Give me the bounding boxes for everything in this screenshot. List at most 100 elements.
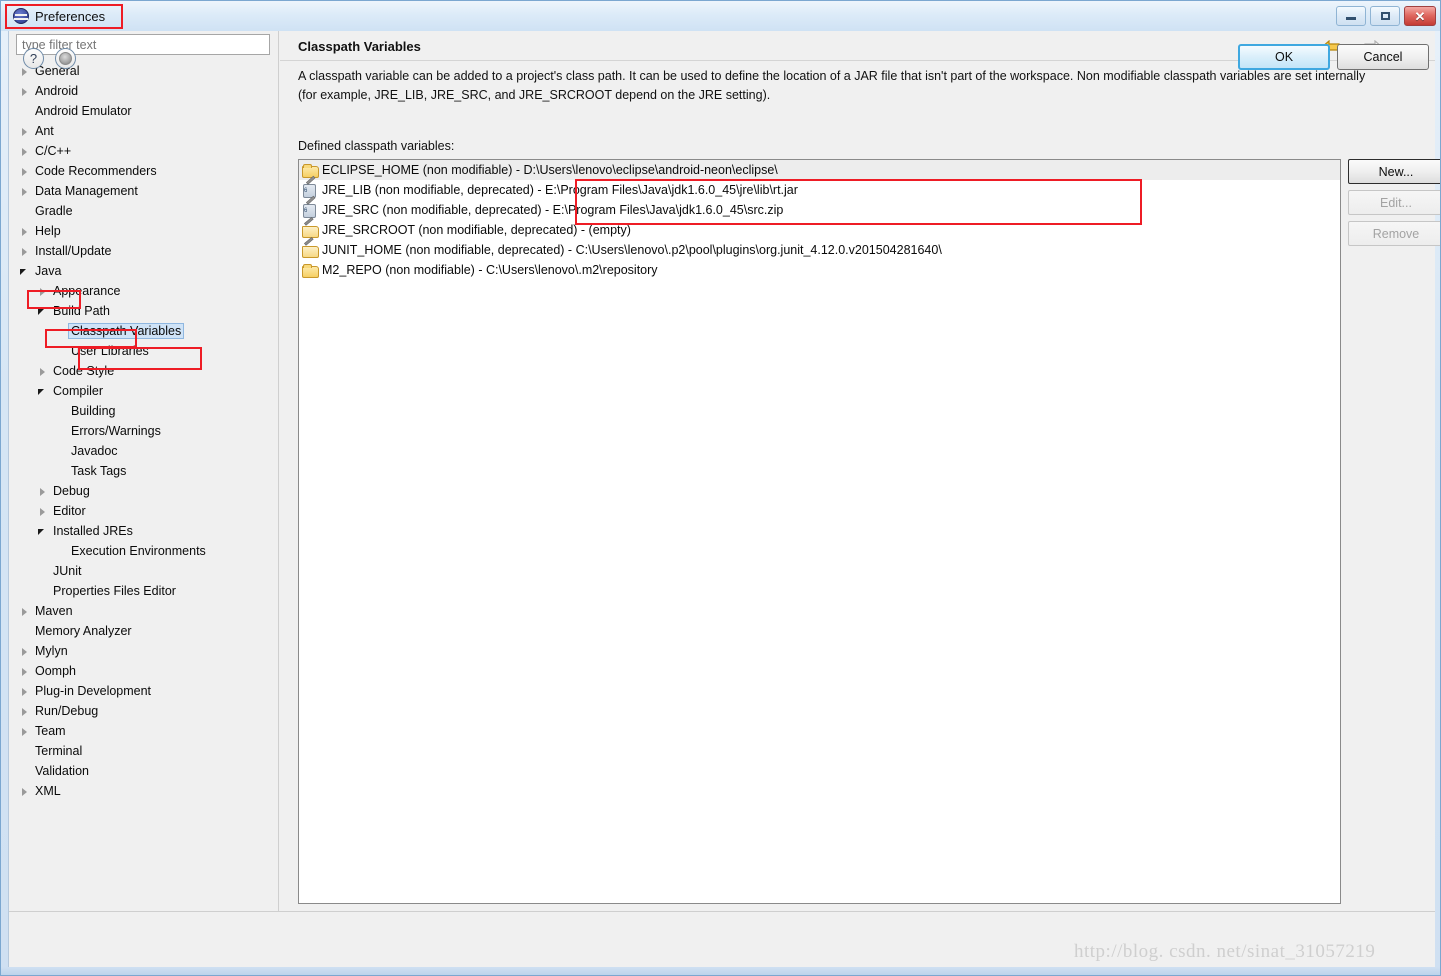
sidebar-item-properties-files-editor[interactable]: Properties Files Editor	[9, 581, 278, 601]
sidebar-item-build-path[interactable]: Build Path	[9, 301, 278, 321]
chevron-down-icon[interactable]	[19, 266, 30, 277]
chevron-right-icon[interactable]	[19, 226, 30, 237]
sidebar-item-run-debug[interactable]: Run/Debug	[9, 701, 278, 721]
chevron-right-icon[interactable]	[19, 666, 30, 677]
classpath-variable-row[interactable]: ECLIPSE_HOME (non modifiable) - D:\Users…	[299, 160, 1340, 180]
sidebar-item-execution-environments[interactable]: Execution Environments	[9, 541, 278, 561]
chevron-right-icon[interactable]	[19, 726, 30, 737]
sidebar-item-terminal[interactable]: Terminal	[9, 741, 278, 761]
chevron-down-icon[interactable]	[37, 386, 48, 397]
chevron-right-icon[interactable]	[37, 286, 48, 297]
ok-button[interactable]: OK	[1238, 44, 1330, 70]
sidebar-item-user-libraries[interactable]: User Libraries	[9, 341, 278, 361]
jar-icon	[302, 196, 318, 218]
sidebar-item-ant[interactable]: Ant	[9, 121, 278, 141]
sidebar-item-label: Build Path	[53, 304, 110, 318]
sidebar-item-oomph[interactable]: Oomph	[9, 661, 278, 681]
sidebar-item-label: Code Style	[53, 364, 115, 378]
classpath-variable-row[interactable]: M2_REPO (non modifiable) - C:\Users\leno…	[299, 260, 1340, 280]
sidebar-item-help[interactable]: Help	[9, 221, 278, 241]
sidebar-item-junit[interactable]: JUnit	[9, 561, 278, 581]
chevron-right-icon[interactable]	[19, 166, 30, 177]
sidebar-item-java[interactable]: Java	[9, 261, 278, 281]
sidebar-item-label: C/C++	[35, 144, 72, 158]
sidebar-item-classpath-variables[interactable]: Classpath Variables	[9, 321, 278, 341]
sidebar-item-label: Mylyn	[35, 644, 68, 658]
sidebar-item-team[interactable]: Team	[9, 721, 278, 741]
sidebar-item-xml[interactable]: XML	[9, 781, 278, 801]
sidebar-item-debug[interactable]: Debug	[9, 481, 278, 501]
sidebar-item-task-tags[interactable]: Task Tags	[9, 461, 278, 481]
chevron-right-icon[interactable]	[37, 486, 48, 497]
sidebar-item-code-recommenders[interactable]: Code Recommenders	[9, 161, 278, 181]
classpath-variable-label: ECLIPSE_HOME (non modifiable) - D:\Users…	[322, 163, 778, 177]
chevron-right-icon[interactable]	[19, 126, 30, 137]
chevron-right-icon[interactable]	[37, 366, 48, 377]
sidebar-item-errors-warnings[interactable]: Errors/Warnings	[9, 421, 278, 441]
chevron-right-icon[interactable]	[19, 146, 30, 157]
chevron-right-icon[interactable]	[19, 646, 30, 657]
sidebar-item-compiler[interactable]: Compiler	[9, 381, 278, 401]
sidebar-item-label: Building	[71, 404, 116, 418]
close-button[interactable]: ✕	[1404, 6, 1436, 26]
sidebar-item-mylyn[interactable]: Mylyn	[9, 641, 278, 661]
sidebar-item-gradle[interactable]: Gradle	[9, 201, 278, 221]
sidebar-item-label: Classpath Variables	[67, 323, 185, 339]
page-title: Classpath Variables	[298, 39, 421, 54]
chevron-right-icon[interactable]	[19, 686, 30, 697]
sidebar-item-validation[interactable]: Validation	[9, 761, 278, 781]
close-icon: ✕	[1414, 8, 1426, 24]
window-titlebar: Preferences ✕	[1, 1, 1440, 31]
minimize-button[interactable]	[1336, 6, 1366, 26]
preferences-sidebar: General Android Android Emulator Ant C/C++ Co…	[9, 31, 279, 911]
sidebar-item-code-style[interactable]: Code Style	[9, 361, 278, 381]
chevron-down-icon[interactable]	[37, 526, 48, 537]
dialog-footer	[9, 911, 1435, 969]
new-button[interactable]: New...	[1348, 159, 1440, 184]
sidebar-item-c-c[interactable]: C/C++	[9, 141, 278, 161]
sidebar-item-label: XML	[35, 784, 61, 798]
sidebar-item-label: Javadoc	[71, 444, 118, 458]
sidebar-item-label: Errors/Warnings	[71, 424, 161, 438]
classpath-variables-list[interactable]: ECLIPSE_HOME (non modifiable) - D:\Users…	[298, 159, 1341, 904]
classpath-variable-row[interactable]: JUNIT_HOME (non modifiable, deprecated) …	[299, 240, 1340, 260]
sidebar-item-install-update[interactable]: Install/Update	[9, 241, 278, 261]
preferences-tree[interactable]: General Android Android Emulator Ant C/C++ Co…	[9, 61, 278, 909]
sidebar-item-maven[interactable]: Maven	[9, 601, 278, 621]
maximize-button[interactable]	[1370, 6, 1400, 26]
filter-input[interactable]	[16, 34, 270, 55]
help-icon[interactable]: ?	[23, 48, 44, 69]
sidebar-item-data-management[interactable]: Data Management	[9, 181, 278, 201]
sidebar-item-editor[interactable]: Editor	[9, 501, 278, 521]
sidebar-item-memory-analyzer[interactable]: Memory Analyzer	[9, 621, 278, 641]
classpath-variable-row[interactable]: JRE_SRCROOT (non modifiable, deprecated)…	[299, 220, 1340, 240]
chevron-down-icon[interactable]	[37, 306, 48, 317]
sidebar-item-installed-jres[interactable]: Installed JREs	[9, 521, 278, 541]
chevron-right-icon[interactable]	[19, 186, 30, 197]
chevron-right-icon[interactable]	[19, 606, 30, 617]
sidebar-item-android[interactable]: Android	[9, 81, 278, 101]
classpath-variable-row[interactable]: JRE_LIB (non modifiable, deprecated) - E…	[299, 176, 1340, 200]
apply-icon[interactable]	[55, 48, 76, 69]
sidebar-item-javadoc[interactable]: Javadoc	[9, 441, 278, 461]
chevron-right-icon[interactable]	[19, 786, 30, 797]
sidebar-item-building[interactable]: Building	[9, 401, 278, 421]
edit-button: Edit...	[1348, 190, 1440, 215]
sidebar-item-plug-in-development[interactable]: Plug-in Development	[9, 681, 278, 701]
sidebar-item-label: Gradle	[35, 204, 73, 218]
chevron-right-icon[interactable]	[19, 246, 30, 257]
chevron-right-icon[interactable]	[19, 706, 30, 717]
sidebar-item-appearance[interactable]: Appearance	[9, 281, 278, 301]
sidebar-item-android-emulator[interactable]: Android Emulator	[9, 101, 278, 121]
sidebar-item-label: Properties Files Editor	[53, 584, 176, 598]
chevron-right-icon[interactable]	[37, 506, 48, 517]
chevron-right-icon[interactable]	[19, 86, 30, 97]
cancel-button[interactable]: Cancel	[1337, 44, 1429, 70]
sidebar-item-general[interactable]: General	[9, 61, 278, 81]
classpath-variable-row[interactable]: JRE_SRC (non modifiable, deprecated) - E…	[299, 196, 1340, 220]
dialog-client-area: General Android Android Emulator Ant C/C++ Co…	[8, 31, 1440, 969]
